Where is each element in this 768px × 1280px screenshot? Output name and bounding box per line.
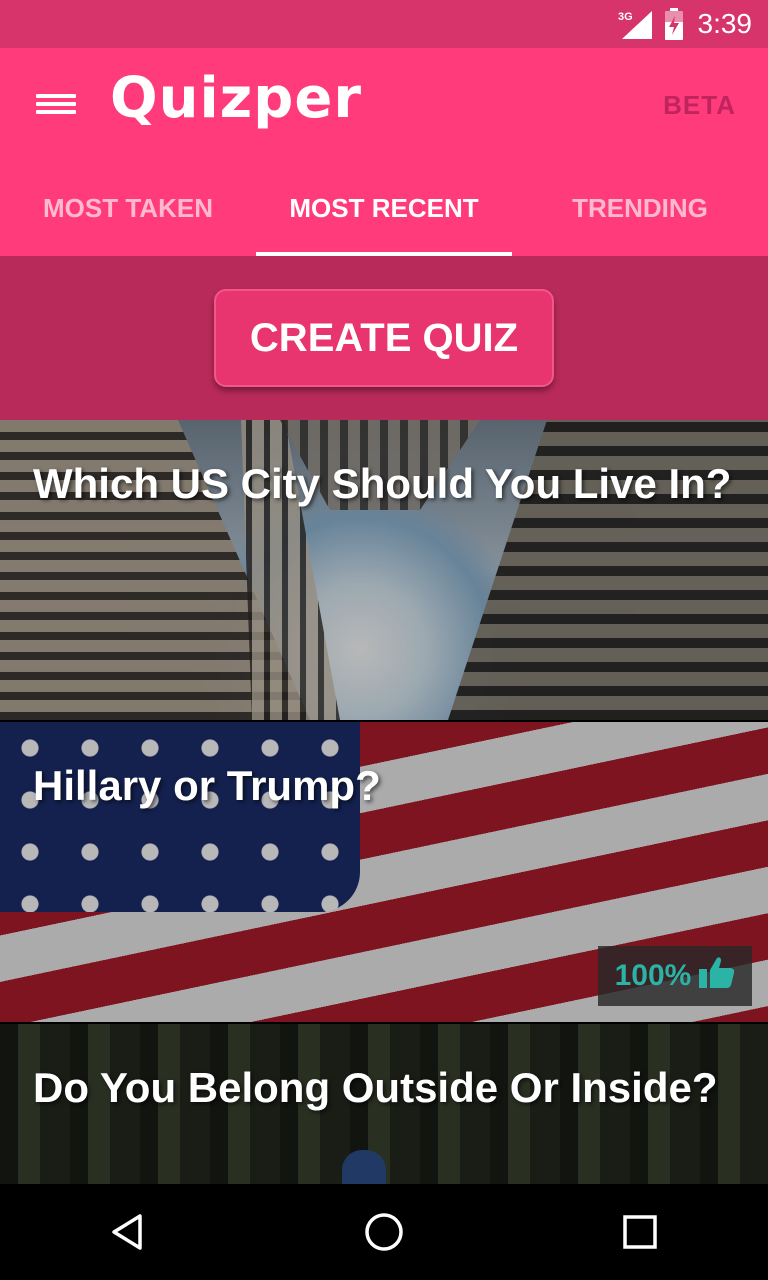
tab-trending[interactable]: TRENDING	[512, 160, 768, 256]
quiz-title: Hillary or Trump?	[33, 762, 381, 809]
home-button[interactable]	[344, 1192, 424, 1272]
signal-3g-icon: 3G	[618, 9, 654, 39]
create-quiz-button[interactable]: CREATE QUIZ	[214, 289, 554, 387]
quiz-title: Which US City Should You Live In?	[33, 460, 732, 507]
clock: 3:39	[697, 8, 753, 39]
status-bar: 3G 3:39	[0, 0, 768, 48]
recents-square-icon	[623, 1215, 657, 1249]
app-title: Quizper	[110, 66, 362, 131]
rating-percent: 100%	[614, 959, 692, 992]
system-nav-bar	[0, 1184, 768, 1280]
create-quiz-section: CREATE QUIZ	[0, 256, 768, 420]
quiz-title: Do You Belong Outside Or Inside?	[33, 1064, 718, 1111]
tab-bar: MOST TAKEN MOST RECENT TRENDING	[0, 160, 768, 256]
app-bar: Quizper BETA MOST TAKEN MOST RECENT TREN…	[0, 48, 768, 256]
back-triangle-icon	[112, 1214, 142, 1250]
rating-badge: 100%	[598, 946, 752, 1006]
tab-most-taken[interactable]: MOST TAKEN	[0, 160, 256, 256]
menu-button[interactable]	[36, 88, 76, 120]
hamburger-icon-line	[36, 102, 76, 106]
battery-icon	[664, 8, 684, 40]
network-type-label: 3G	[618, 11, 633, 23]
tab-most-recent[interactable]: MOST RECENT	[256, 160, 512, 256]
beta-label: BETA	[663, 90, 736, 120]
quiz-card-outside-inside[interactable]: Do You Belong Outside Or Inside?	[0, 1024, 768, 1184]
hamburger-icon-line	[36, 94, 76, 98]
home-circle-icon	[365, 1213, 403, 1251]
quiz-card-us-city[interactable]: Which US City Should You Live In?	[0, 420, 768, 720]
recents-button[interactable]	[600, 1192, 680, 1272]
back-button[interactable]	[88, 1192, 168, 1272]
hamburger-icon-line	[36, 110, 76, 114]
thumbs-up-icon	[699, 956, 735, 996]
quiz-card-hillary-trump[interactable]: Hillary or Trump? 100%	[0, 722, 768, 1022]
